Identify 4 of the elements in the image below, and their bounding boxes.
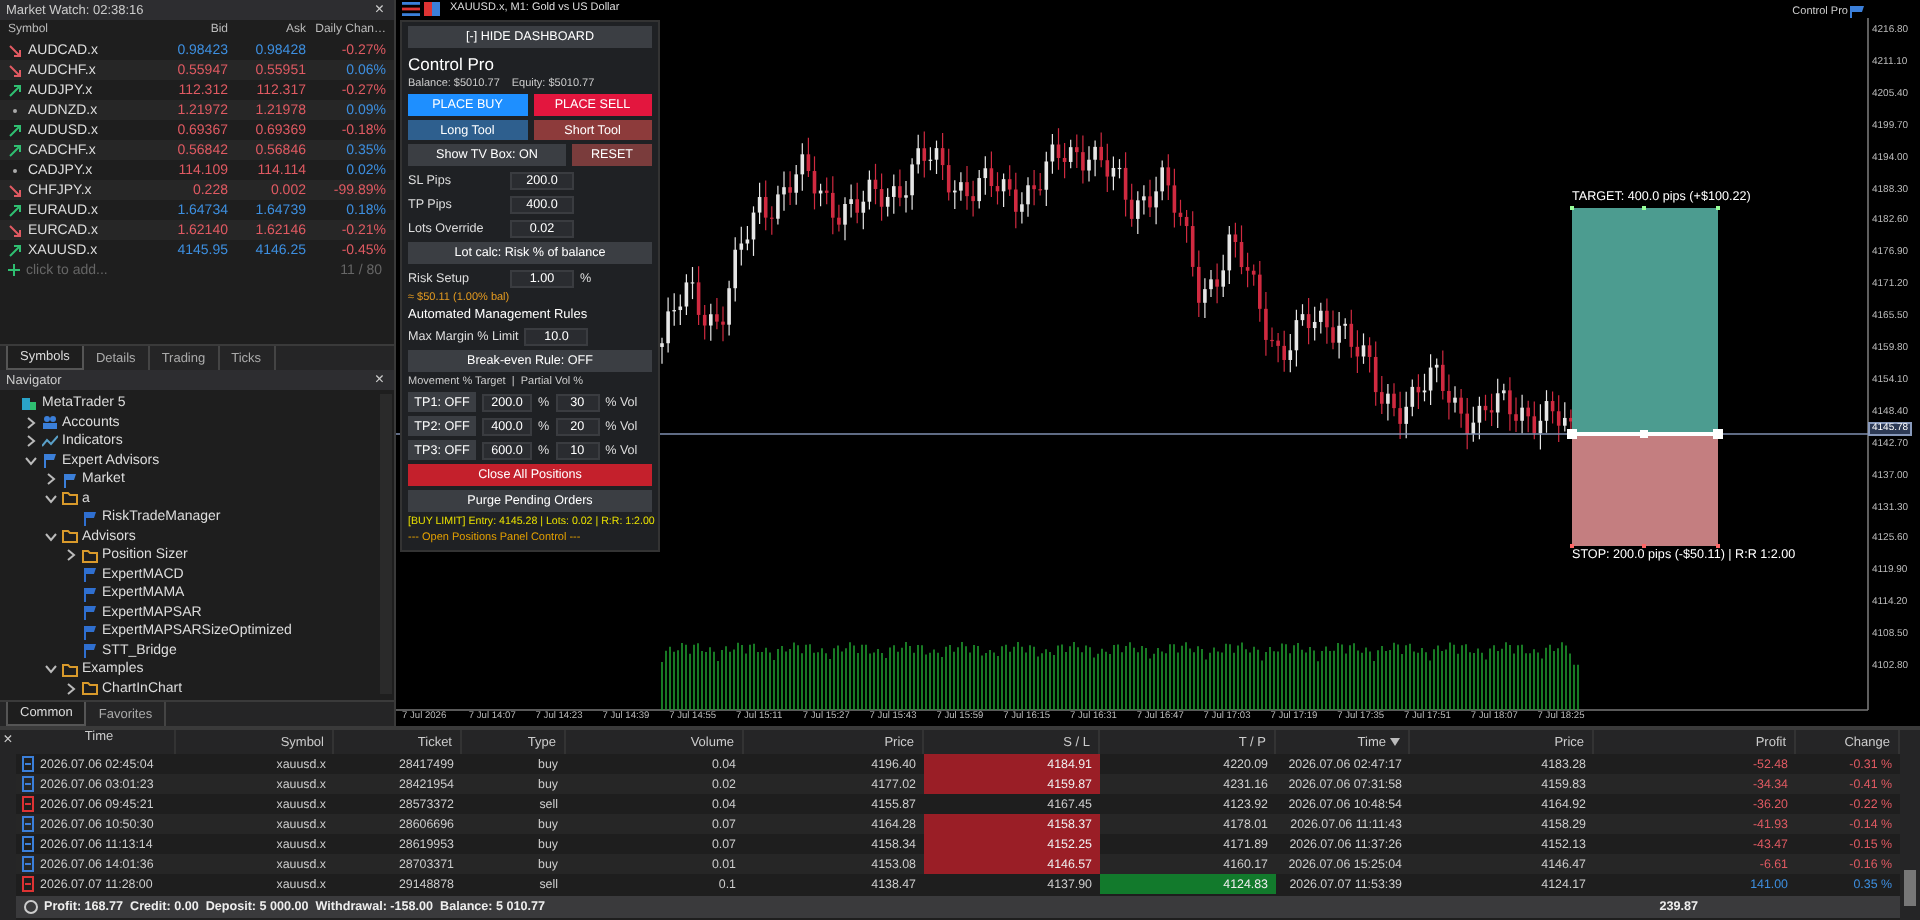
- dashboard-title: Control Pro: [408, 54, 496, 74]
- close-button[interactable]: ×: [370, 371, 388, 389]
- close-button[interactable]: ×: [0, 730, 17, 748]
- close-button[interactable]: ×: [370, 1, 388, 19]
